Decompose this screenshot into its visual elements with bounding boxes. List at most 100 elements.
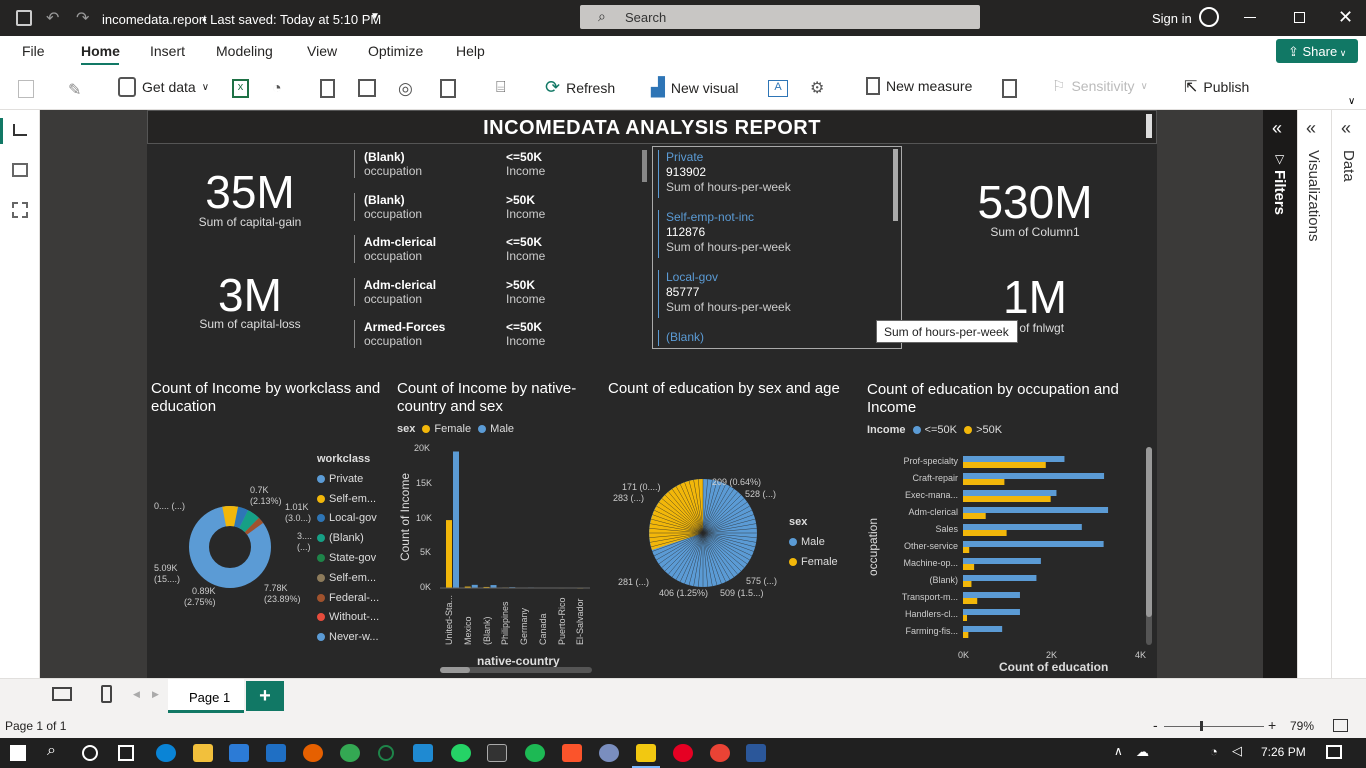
hbar-bar[interactable] (963, 473, 1105, 479)
collapse-ribbon-icon[interactable]: ∨ (1348, 96, 1355, 107)
legend-item[interactable]: Private (317, 470, 379, 490)
legend-item[interactable]: Self-em... (317, 490, 379, 510)
hbar-bar[interactable] (963, 530, 1007, 536)
legend-item[interactable]: >50K (964, 424, 1002, 436)
file-explorer-icon[interactable] (193, 744, 213, 762)
cortana-icon[interactable] (82, 745, 98, 761)
hbar-bar[interactable] (963, 632, 969, 638)
paste-icon[interactable] (18, 80, 34, 98)
brave-icon[interactable] (562, 744, 582, 762)
sensitivity-button[interactable]: ⚐ Sensitivity ∨ (1052, 77, 1148, 95)
data-pane[interactable]: « Data (1331, 110, 1366, 678)
legend-item[interactable]: Female (789, 552, 838, 572)
chrome-icon[interactable] (340, 744, 360, 762)
legend-item[interactable]: Local-gov (317, 509, 379, 529)
notifications-icon[interactable] (1326, 745, 1342, 759)
legend-item[interactable]: Male (478, 423, 514, 435)
quick-measure-icon[interactable] (1002, 79, 1017, 98)
zoom-slider[interactable] (1164, 726, 1264, 727)
hbar-bar[interactable] (963, 598, 978, 604)
hbar-bar[interactable] (963, 558, 1041, 564)
model-view-icon[interactable] (12, 202, 28, 218)
publish-button[interactable]: ⇱ Publish (1184, 77, 1249, 97)
hbar-bar[interactable] (963, 575, 1037, 581)
r-icon[interactable] (599, 744, 619, 762)
hbar-bar[interactable] (963, 479, 1005, 485)
country-scrollbar[interactable] (440, 667, 592, 673)
fit-to-page-icon[interactable] (1333, 719, 1348, 732)
tab-page-1[interactable]: Page 1 (168, 679, 244, 713)
title-scrollbar[interactable] (1146, 114, 1152, 138)
new-visual-button[interactable]: ▟ New visual (651, 77, 739, 98)
powerbi-icon[interactable] (636, 744, 656, 762)
share-button[interactable]: ⇪ Share ∨ (1276, 39, 1358, 63)
whatsapp-icon[interactable] (451, 744, 471, 762)
hbar-bar[interactable] (963, 496, 1051, 502)
task-view-icon[interactable] (118, 745, 134, 761)
legend-item[interactable]: Male (789, 532, 838, 552)
store-icon[interactable] (229, 744, 249, 762)
refresh-button[interactable]: ⟳ Refresh (545, 77, 615, 98)
hbar-bar[interactable] (963, 609, 1020, 615)
search-input[interactable]: ⌕ Search (580, 5, 980, 29)
pie-chart[interactable] (648, 478, 758, 588)
legend-item[interactable]: Without-... (317, 608, 379, 628)
hbar-bar[interactable] (963, 524, 1082, 530)
firefox-icon[interactable] (303, 744, 323, 762)
avatar-icon[interactable] (1199, 7, 1219, 27)
hbar-bar[interactable] (963, 547, 970, 553)
hbar-scrollbar[interactable] (1146, 447, 1152, 645)
chrome-alt-icon[interactable] (710, 744, 730, 762)
onedrive-icon[interactable]: ☁ (1136, 744, 1149, 760)
excel-icon[interactable]: x (232, 79, 249, 98)
collapse-viz-icon[interactable]: « (1306, 118, 1316, 139)
hbar-bar[interactable] (963, 581, 972, 587)
mobile-layout-icon[interactable] (101, 685, 112, 703)
add-page-button[interactable]: + (246, 681, 284, 711)
minimize-icon[interactable] (1244, 17, 1256, 18)
restore-icon[interactable] (1294, 12, 1305, 23)
chevron-down-icon[interactable]: ▼ (370, 11, 380, 22)
menu-optimize[interactable]: Optimize (368, 43, 423, 59)
hbar-bar[interactable] (963, 507, 1109, 513)
hours-card[interactable]: Private 913902 Sum of hours-per-week Self-… (652, 146, 902, 349)
sign-in-button[interactable]: Sign in (1152, 11, 1192, 26)
recent-sources-icon[interactable]: ◎ (398, 79, 413, 99)
search-icon[interactable]: ⌕ (47, 742, 56, 760)
redo-icon[interactable]: ↷ (76, 8, 89, 28)
hbar-bar[interactable] (963, 456, 1065, 462)
hbar-bar[interactable] (963, 592, 1020, 598)
legend-item[interactable]: Self-em... (317, 569, 379, 589)
spotify-icon[interactable] (525, 744, 545, 762)
transform-icon[interactable] (440, 79, 456, 98)
text-box-icon[interactable]: A (768, 80, 788, 97)
menu-modeling[interactable]: Modeling (216, 43, 273, 59)
more-visuals-icon[interactable]: ⚙ (810, 78, 824, 98)
pinterest-icon[interactable] (673, 744, 693, 762)
collapse-data-icon[interactable]: « (1341, 118, 1351, 139)
country-bar[interactable] (446, 520, 452, 588)
legend-item[interactable]: Never-w... (317, 628, 379, 648)
multi-row-card[interactable]: (Blank) occupation <=50K Income (Blank) occ… (354, 148, 649, 348)
hbar-bar[interactable] (963, 615, 968, 621)
desktop-layout-icon[interactable] (52, 687, 72, 701)
hours-scrollbar[interactable] (893, 149, 898, 221)
dataverse-icon[interactable]: ◔ (272, 80, 282, 98)
mail-icon[interactable] (266, 744, 286, 762)
next-page-icon[interactable]: ▶ (152, 689, 159, 700)
legend-item[interactable]: State-gov (317, 549, 379, 569)
dataflow-icon[interactable]: ⌸ (496, 79, 506, 97)
filters-pane[interactable]: « ▽ Filters (1263, 110, 1297, 678)
menu-home[interactable]: Home (81, 43, 120, 59)
new-measure-button[interactable]: New measure (866, 77, 972, 95)
menu-view[interactable]: View (307, 43, 337, 59)
terminal-icon[interactable] (487, 744, 507, 762)
sql-icon[interactable] (320, 79, 335, 98)
zoom-slider-thumb[interactable] (1200, 721, 1203, 731)
report-view-icon[interactable] (13, 124, 27, 136)
windows-start-icon[interactable] (10, 745, 26, 761)
legend-item[interactable]: Federal-... (317, 589, 379, 609)
hbar-bar[interactable] (963, 462, 1046, 468)
hbar-bar[interactable] (963, 541, 1104, 547)
network-icon[interactable]: ◔ (1210, 744, 1218, 759)
